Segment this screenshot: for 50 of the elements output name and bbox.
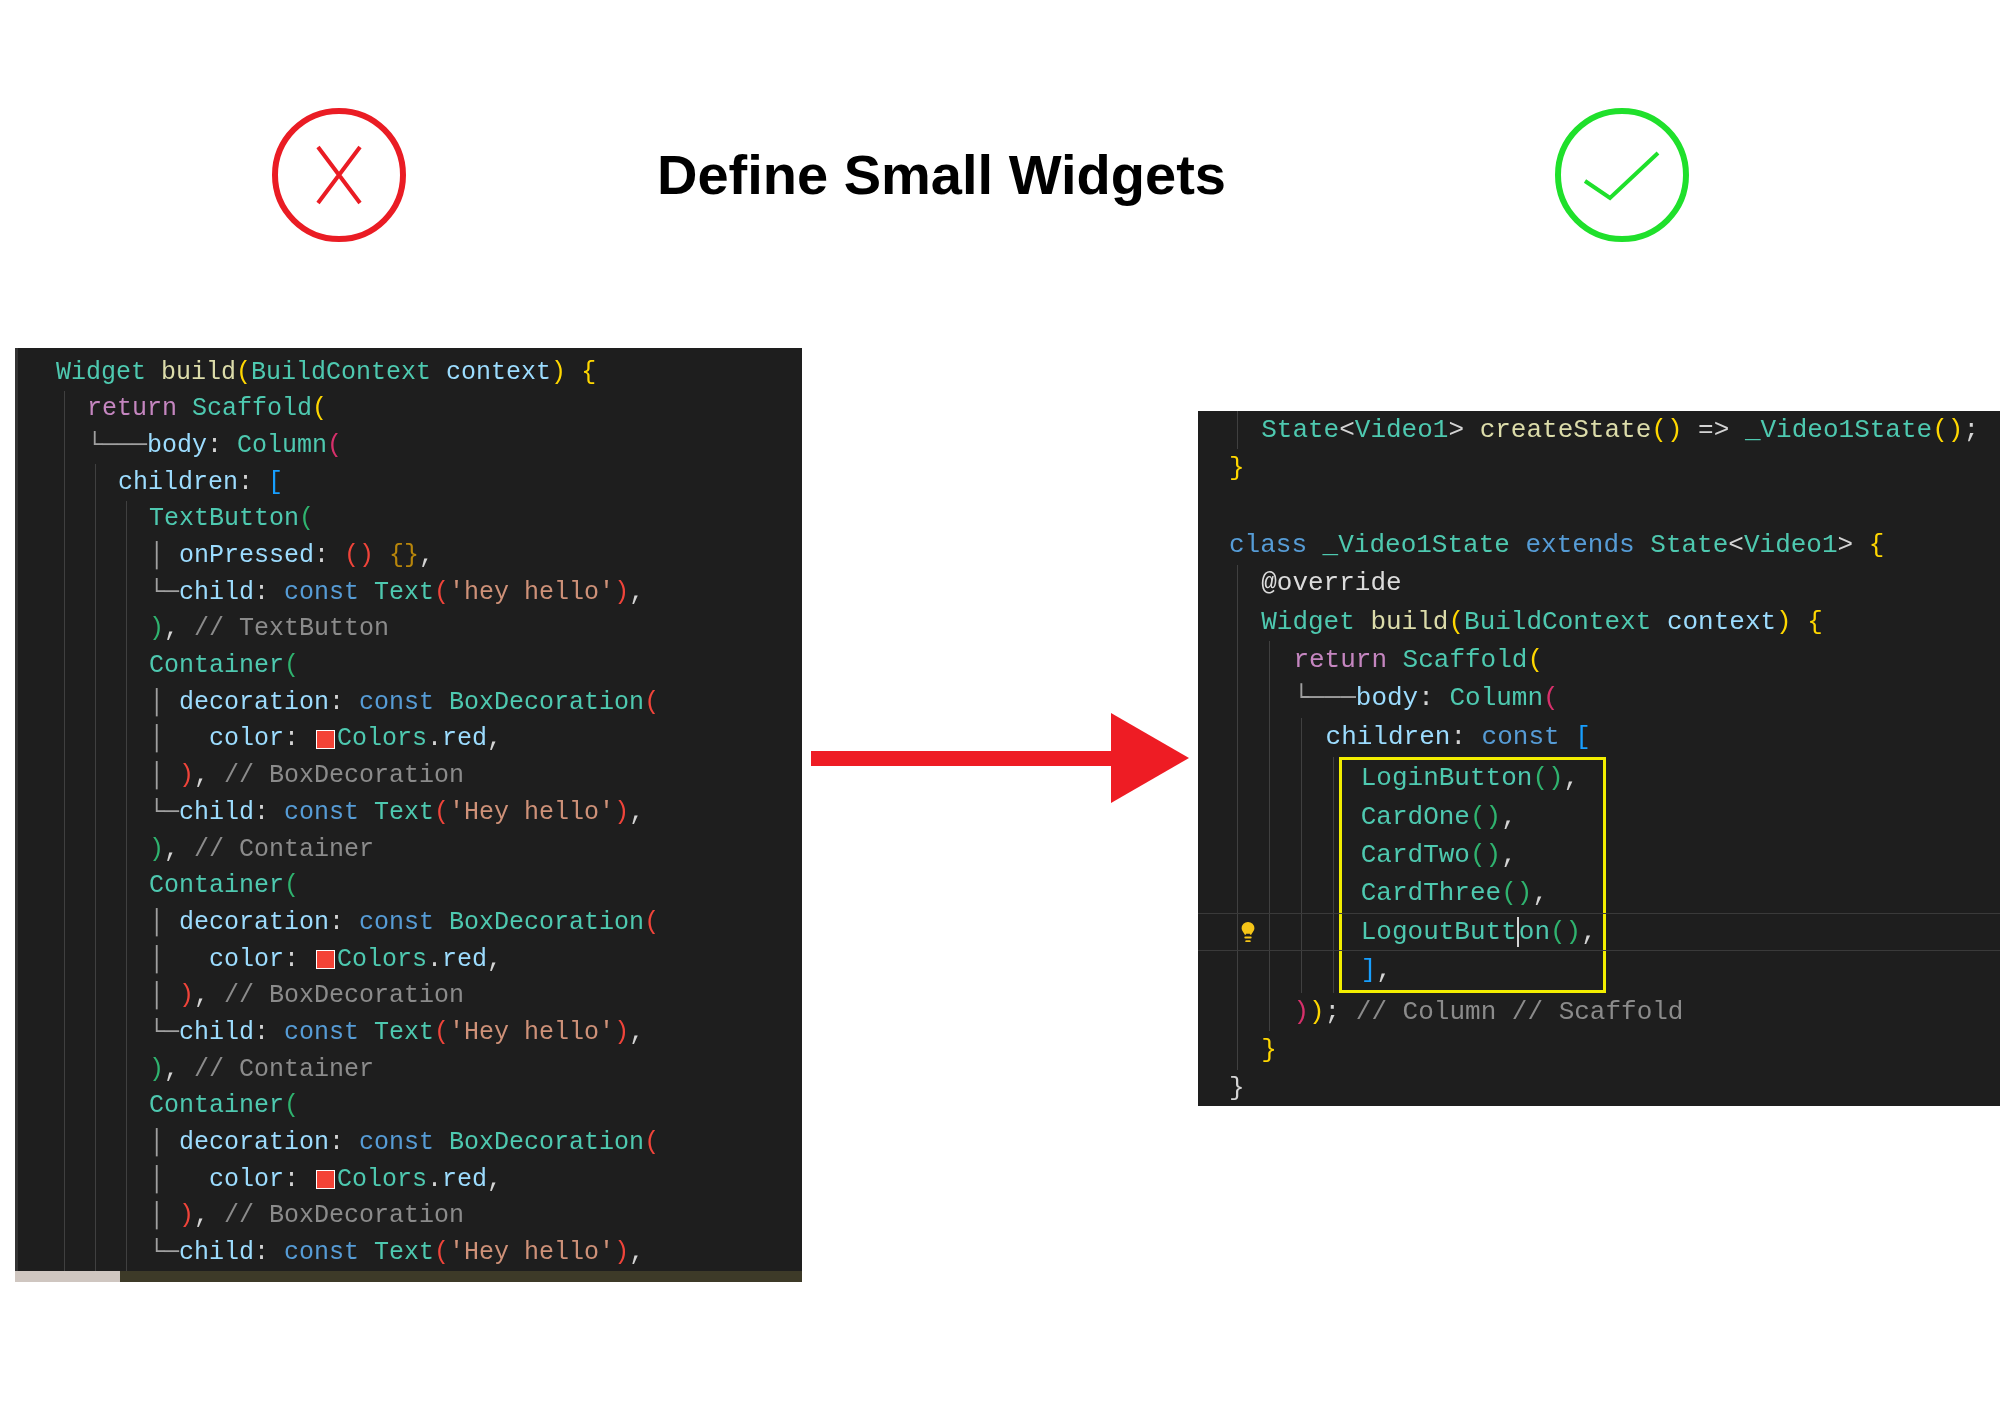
slide-title: Define Small Widgets: [657, 142, 1226, 208]
code-text: └───body: Column(: [1293, 682, 1559, 716]
code-text: │ color:: [149, 723, 301, 756]
code-text: }: [1261, 1033, 1277, 1067]
code-text: Container(: [149, 870, 300, 903]
code-text: CardThree(),: [1360, 877, 1548, 911]
code-text: }: [1229, 452, 1245, 486]
code-text: CardOne(),: [1360, 800, 1517, 834]
code-text: ],: [1360, 954, 1392, 988]
code-text: │ decoration: const BoxDecoration(: [149, 906, 660, 939]
code-text: └─child: const Text('hey hello'),: [149, 576, 645, 609]
code-text: │ color:: [149, 943, 301, 976]
code-text: children: [: [118, 466, 284, 499]
code-text: @override: [1261, 567, 1402, 601]
code-text: }: [1229, 1072, 1245, 1106]
code-text: │ decoration: const BoxDecoration(: [149, 686, 660, 719]
code-text: └─child: const Text('Hey hello'),: [149, 1016, 645, 1049]
code-text: Colors.red,: [337, 1163, 503, 1196]
code-text: ), // TextButton: [149, 613, 390, 646]
code-text: └─child: const Text('Hey hello'),: [149, 1237, 645, 1270]
code-text: return Scaffold(: [1293, 644, 1544, 678]
code-text: on(),: [1518, 915, 1597, 949]
code-text: │ ), // BoxDecoration: [149, 760, 465, 793]
code-text: class _Video1State extends State<Video1> {: [1229, 528, 1885, 562]
code-text: LogoutButt: [1360, 915, 1517, 949]
code-text: ), // Container: [149, 833, 375, 866]
code-text: │ ), // BoxDecoration: [149, 1200, 465, 1233]
code-text: Widget build(BuildContext context) {: [1261, 605, 1823, 639]
code-text: │ decoration: const BoxDecoration(: [149, 1127, 660, 1160]
code-text: Widget build(BuildContext context) {: [56, 356, 597, 389]
code-text: CardTwo(),: [1360, 839, 1517, 872]
code-text: Container(: [149, 1090, 300, 1123]
code-text: children: const [: [1325, 720, 1591, 754]
code-text: ), // Container: [149, 1053, 375, 1086]
code-text: └─child: const Text('Hey hello'),: [149, 796, 645, 829]
code-text: State<Video1> createState() => _Video1State();: [1261, 413, 1979, 447]
text-cursor: [1516, 917, 1519, 948]
code-text: TextButton(: [149, 503, 315, 536]
code-text: │ color:: [149, 1163, 301, 1196]
code-text: return Scaffold(: [87, 393, 328, 426]
code-text: Colors.red,: [337, 723, 503, 756]
code-text: └───body: Column(: [87, 429, 343, 462]
check-circle-icon: [1554, 107, 1690, 243]
code-text: Colors.red,: [337, 943, 503, 976]
code-text: │ ), // BoxDecoration: [149, 980, 465, 1013]
code-text: │ onPressed: () {},: [149, 540, 435, 573]
cross-circle-icon: [271, 107, 407, 243]
code-text: LoginButton(),: [1360, 762, 1580, 796]
code-text: )); // Column // Scaffold: [1293, 995, 1684, 1029]
code-text: Container(: [149, 650, 300, 683]
